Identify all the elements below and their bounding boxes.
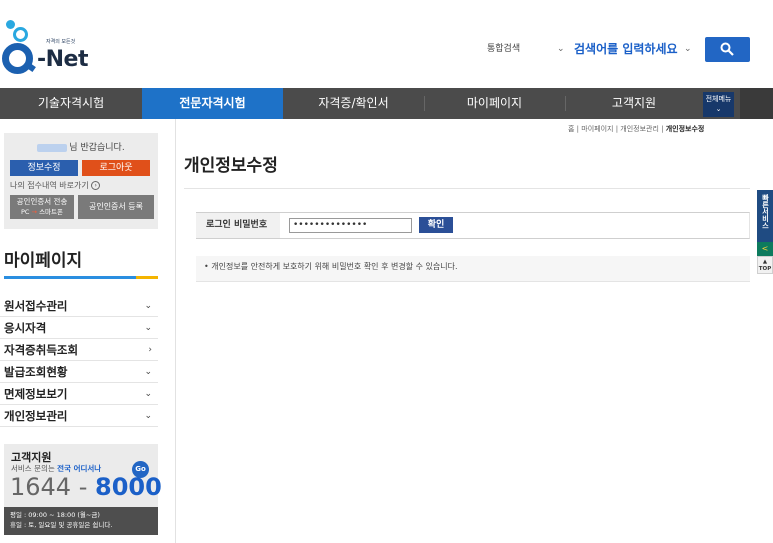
cert-send-route: PC → 스마트폰 [10, 207, 74, 217]
sidebar-item-label: 면제정보보기 [4, 387, 68, 401]
cs-sub-prefix: 서비스 문의는 [11, 464, 58, 473]
sidebar-item-eligibility[interactable]: 응시자격 ⌄ [0, 317, 158, 339]
chevron-down-icon: ⌄ [144, 367, 152, 377]
nav-item-mypage[interactable]: 마이페이지 [424, 88, 565, 119]
nav-item-certificate[interactable]: 자격증/확인서 [283, 88, 424, 119]
search-icon [720, 42, 734, 56]
search-input[interactable]: 검색어를 입력하세요 [574, 37, 698, 61]
breadcrumb-current: 개인정보수정 [665, 125, 705, 133]
sidebar-item-issuance[interactable]: 발급조회현황 ⌄ [0, 361, 158, 383]
top-label: TOP [758, 266, 772, 272]
cert-send-button[interactable]: 공인인증서 전송 PC → 스마트폰 [10, 195, 74, 219]
cs-phone: 1644 - 8000 [10, 473, 162, 501]
breadcrumb-privacy[interactable]: 개인정보관리 [620, 125, 659, 133]
nav-end-block [740, 88, 773, 119]
cs-phone-prefix: 1644 - [10, 473, 95, 501]
confirm-button[interactable]: 확인 [419, 217, 453, 233]
section-title: 마이페이지 [4, 251, 83, 271]
nav-item-tech-exam[interactable]: 기술자격시험 [0, 88, 142, 119]
sidebar-item-privacy[interactable]: 개인정보관리 ⌄ [0, 405, 158, 427]
chevron-down-icon: ⌄ [144, 301, 152, 311]
logo-tagline: 자격의 모든것 [46, 39, 76, 45]
search-button[interactable] [705, 37, 750, 62]
login-box: 님 반갑습니다. 정보수정 로그아웃 나의 접수내역 바로가기 › 공인인증서 … [4, 133, 158, 229]
arrow-up-icon: ▲ [762, 259, 768, 265]
sidebar-item-application[interactable]: 원서접수관리 ⌄ [0, 295, 158, 317]
scroll-top-button[interactable]: ▲ TOP [757, 256, 773, 274]
cert-send-phone: 스마트폰 [39, 208, 63, 216]
shortcut-label: 나의 접수내역 바로가기 [10, 181, 89, 190]
chevron-right-circle-icon: › [91, 181, 101, 190]
cs-hours-holiday: 휴일 : 토, 일요일 및 공휴일은 쉽니다. [10, 521, 113, 529]
quick-service-label: 빠른서비스 [761, 194, 770, 229]
cert-send-label: 공인인증서 전송 [16, 197, 68, 206]
password-input[interactable]: •••••••••••••• [289, 218, 412, 233]
arrow-right-icon: → [31, 208, 37, 216]
sidebar-item-label: 응시자격 [4, 321, 47, 335]
quick-service-tab[interactable]: 빠른서비스 [757, 190, 773, 242]
sidebar-item-exemption[interactable]: 면제정보보기 ⌄ [0, 383, 158, 405]
edit-info-button[interactable]: 정보수정 [10, 160, 78, 176]
chevron-down-icon: ⌄ [557, 44, 565, 54]
chevron-down-icon: ⌄ [144, 389, 152, 399]
sidebar-item-label: 원서접수관리 [4, 299, 68, 313]
title-underline [4, 276, 136, 279]
sidebar-item-acquired[interactable]: 자격증취득조회 › [0, 339, 158, 361]
notice-box: • 개인정보를 안전하게 보호하기 위해 비밀번호 확인 후 변경할 수 있습니… [196, 256, 750, 282]
bullet-icon: • [204, 262, 209, 271]
cs-hours: 평일 : 09:00 ~ 18:00 (월~금) 휴일 : 토, 일요일 및 공… [4, 507, 158, 535]
title-divider [184, 188, 750, 189]
welcome-message: 님 반갑습니다. [4, 140, 158, 153]
notice-text: 개인정보를 안전하게 보호하기 위해 비밀번호 확인 후 변경할 수 있습니다. [211, 262, 458, 271]
logo-text: -Net [37, 47, 88, 72]
cert-send-pc: PC [21, 208, 30, 216]
search-scope-select[interactable]: 통합검색 ⌄ [482, 37, 570, 61]
password-label: 로그인 비밀번호 [196, 213, 280, 238]
nav-item-pro-exam[interactable]: 전문자격시험 [142, 88, 283, 119]
title-underline-accent [136, 276, 158, 279]
user-name-masked [37, 143, 68, 152]
logo-ring-icon [13, 27, 28, 42]
chevron-left-icon[interactable]: < [757, 242, 773, 256]
chevron-right-icon: › [148, 345, 152, 355]
cs-hours-weekday: 평일 : 09:00 ~ 18:00 (월~금) [10, 511, 100, 519]
logout-button[interactable]: 로그아웃 [82, 160, 150, 176]
breadcrumb: 홈 | 마이페이지 | 개인정보관리 | 개인정보수정 [568, 125, 705, 133]
password-form-row: 로그인 비밀번호 •••••••••••••• 확인 [196, 212, 750, 239]
sidebar: 님 반갑습니다. 정보수정 로그아웃 나의 접수내역 바로가기 › 공인인증서 … [0, 119, 176, 543]
qnet-logo[interactable]: 자격의 모든것 -Net [0, 16, 110, 76]
customer-support-box: 고객지원 서비스 문의는 전국 어디서나 Go 1644 - 8000 평일 :… [4, 444, 162, 535]
breadcrumb-home[interactable]: 홈 [568, 125, 574, 133]
sidebar-item-label: 자격증취득조회 [4, 343, 79, 357]
all-menu-label: 전체메뉴 [705, 95, 732, 103]
all-menu-button[interactable]: 전체메뉴 ⌄ [703, 92, 734, 117]
sidebar-menu: 원서접수관리 ⌄ 응시자격 ⌄ 자격증취득조회 › 발급조회현황 ⌄ 면제정보보… [0, 295, 158, 427]
search-scope-label: 통합검색 [487, 44, 521, 54]
chevron-down-icon: ⌄ [715, 105, 722, 113]
logo-dot-icon [6, 20, 15, 29]
cs-sub-highlight: 전국 어디서나 [57, 464, 102, 473]
sidebar-item-label: 개인정보관리 [4, 409, 68, 423]
search-chevron-icon: ⌄ [684, 44, 692, 54]
chevron-down-icon: ⌄ [144, 411, 152, 421]
header: 자격의 모든것 -Net 통합검색 ⌄ 검색어를 입력하세요 ⌄ [0, 0, 773, 88]
page-title: 개인정보수정 [184, 156, 278, 176]
my-application-shortcut[interactable]: 나의 접수내역 바로가기 › [10, 180, 101, 191]
nav-item-support[interactable]: 고객지원 [565, 88, 703, 119]
search-bar: 통합검색 ⌄ 검색어를 입력하세요 ⌄ [482, 37, 700, 61]
chevron-down-icon: ⌄ [144, 323, 152, 333]
main-nav: 기술자격시험 전문자격시험 자격증/확인서 마이페이지 고객지원 [0, 88, 773, 119]
breadcrumb-mypage[interactable]: 마이페이지 [581, 125, 613, 133]
sidebar-item-label: 발급조회현황 [4, 365, 68, 379]
cs-phone-highlight: 8000 [95, 473, 162, 501]
cert-register-button[interactable]: 공인인증서 등록 [78, 195, 154, 219]
welcome-text: 님 반갑습니다. [69, 143, 125, 153]
